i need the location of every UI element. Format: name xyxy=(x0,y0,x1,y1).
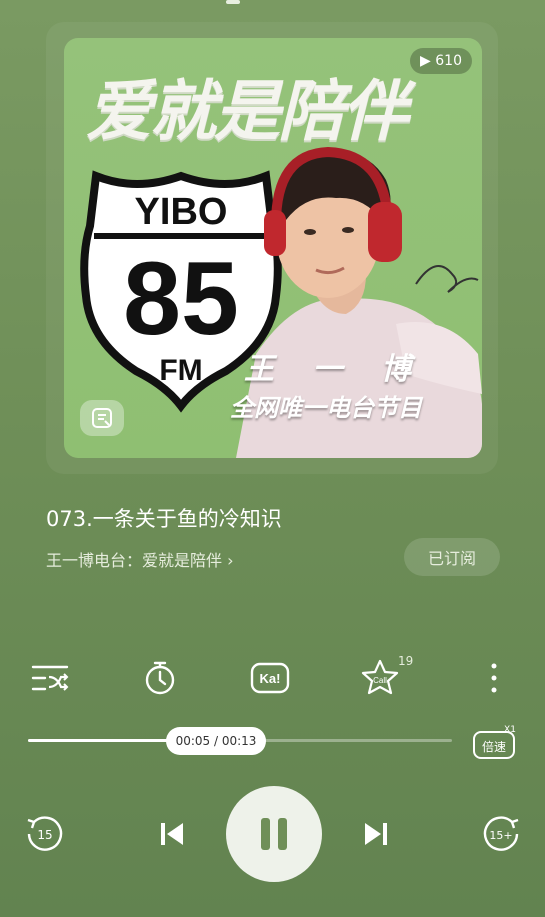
skip-previous-icon xyxy=(161,823,183,845)
share-card-icon xyxy=(92,408,112,428)
forward-15-icon: 15+ xyxy=(483,816,519,851)
pause-button[interactable] xyxy=(226,786,322,882)
karaoke-label: Ka! xyxy=(260,671,281,686)
call-count-badge: 19 xyxy=(398,654,414,668)
forward-15-button[interactable]: 15+ xyxy=(478,810,526,858)
next-button[interactable] xyxy=(352,810,400,858)
more-icon xyxy=(491,663,497,693)
speed-icon: 倍速 X1 xyxy=(473,725,516,759)
host-name: 王 一 博 xyxy=(244,352,425,387)
progress-thumb-time[interactable]: 00:05 / 00:13 xyxy=(166,727,266,755)
progress-fill xyxy=(28,739,190,742)
karaoke-button[interactable]: Ka! xyxy=(248,656,292,700)
pause-icon xyxy=(261,818,287,850)
sleep-timer-button[interactable] xyxy=(138,656,182,700)
shield-top-text: YIBO xyxy=(135,191,228,233)
play-count-badge: ▶ 610 xyxy=(410,48,472,74)
album-cover[interactable]: 爱就是陪伴 ▶ 610 YIBO 85 FM 王 一 博 全网唯一电台节目 xyxy=(64,38,482,458)
playlist-shuffle-icon xyxy=(31,665,69,691)
rewind-15-icon: 15 xyxy=(27,816,63,851)
rewind-15-button[interactable]: 15 xyxy=(20,810,68,858)
call-button[interactable]: Call xyxy=(358,656,402,700)
timer-icon xyxy=(145,661,175,695)
previous-button[interactable] xyxy=(148,810,196,858)
track-title: 073.一条关于鱼的冷知识 xyxy=(46,507,282,531)
host-description: 全网唯一电台节目 xyxy=(230,394,422,422)
status-indicator xyxy=(226,0,240,4)
station-link[interactable]: 王一博电台：爱就是陪伴 › xyxy=(46,547,234,571)
speed-value: X1 xyxy=(504,725,516,735)
karaoke-icon: Ka! xyxy=(250,662,290,694)
rewind-label: 15 xyxy=(37,828,52,842)
speed-label: 倍速 xyxy=(482,739,506,754)
playlist-button[interactable] xyxy=(28,656,72,700)
forward-label: 15+ xyxy=(489,829,512,842)
star-call-icon: Call xyxy=(361,659,399,695)
more-button[interactable] xyxy=(472,656,516,700)
shield-bottom-text: FM xyxy=(159,354,202,387)
skip-next-icon xyxy=(365,823,387,845)
cover-action-badge[interactable] xyxy=(80,400,124,436)
call-label: Call xyxy=(373,676,387,685)
subscribe-button[interactable]: 已订阅 xyxy=(404,538,500,576)
playback-speed-button[interactable]: 倍速 X1 xyxy=(472,724,518,759)
